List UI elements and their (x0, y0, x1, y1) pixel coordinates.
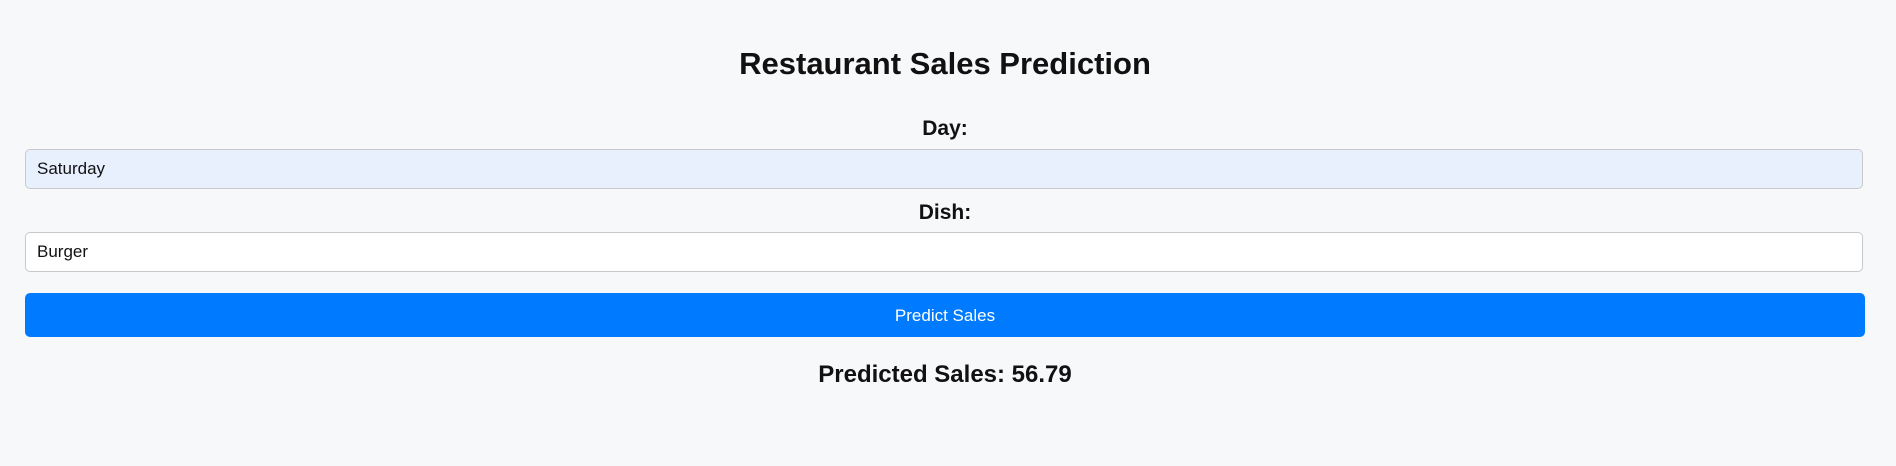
page-container: Restaurant Sales Prediction Day: Saturda… (0, 0, 1896, 466)
page-title: Restaurant Sales Prediction (739, 46, 1151, 81)
day-input[interactable]: Saturday (25, 149, 1863, 189)
dish-input[interactable]: Burger (25, 232, 1863, 272)
day-label: Day: (922, 117, 968, 140)
predicted-sales-result: Predicted Sales: 56.79 (818, 361, 1072, 388)
predict-sales-button[interactable]: Predict Sales (25, 293, 1865, 337)
dish-label: Dish: (918, 201, 972, 224)
